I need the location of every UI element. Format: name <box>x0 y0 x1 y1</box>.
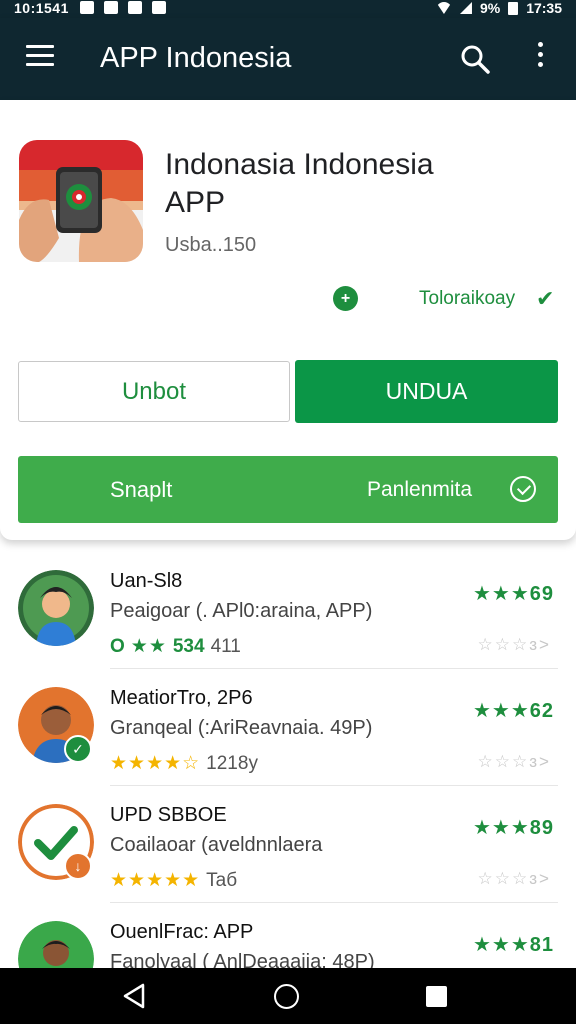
item-subtitle: Granqeal (:AriReavnaia. 49P) <box>110 717 373 739</box>
list-item[interactable]: Uan-Sl8 Peaigoar (. APl0:araina, APP) O … <box>0 552 576 669</box>
notification-icon <box>128 1 142 14</box>
meta-stars: ★★ <box>130 636 167 657</box>
meta-stars: ★★★★★ <box>110 870 201 891</box>
item-rating: ★★★62 <box>472 700 554 722</box>
app-bar: APP Indonesia <box>0 18 576 100</box>
wide-button-right-label: Panlenmita <box>367 478 473 501</box>
item-rating-secondary: ☆☆☆ɜ> <box>477 635 551 654</box>
item-rating: ★★★89 <box>472 817 554 839</box>
notification-icon <box>80 1 94 14</box>
item-meta: O ★★ 534 411 <box>110 635 241 658</box>
item-rating-secondary: ☆☆☆ɜ> <box>477 752 551 771</box>
wide-button-left-label: Snaplt <box>110 477 173 502</box>
verified-badge-icon: + <box>333 286 358 311</box>
card-more-icon[interactable] <box>535 152 555 182</box>
meta-extra: 1218y <box>206 752 258 774</box>
wide-action-button[interactable]: Snaplt Panlenmita <box>18 456 558 523</box>
item-rating: ★★★69 <box>472 583 554 605</box>
recents-icon[interactable] <box>426 986 447 1007</box>
app-bar-title: APP Indonesia <box>100 42 292 74</box>
circle-outline-icon: O <box>110 635 125 657</box>
item-subtitle: Fanolyaal ( AnlDeaaaiia: 48P) <box>110 951 375 968</box>
signal-icon <box>459 2 472 14</box>
uninstall-button[interactable]: Unbot <box>18 361 290 422</box>
check-circle-icon <box>510 476 536 502</box>
item-meta: ★★★★☆ 1218y <box>110 752 258 775</box>
item-rating-secondary: ☆☆☆ɜ> <box>477 869 551 888</box>
avatar <box>18 921 94 968</box>
list-item[interactable]: ↓ UPD SBBOE Coailaoar (aveldnnlaera ★★★★… <box>0 786 576 903</box>
battery-icon <box>508 1 519 15</box>
item-subtitle: Coailaoar (aveldnnlaera <box>110 834 323 856</box>
status-bar: 10:1541 9% 17:35 <box>0 0 576 18</box>
menu-icon[interactable] <box>26 45 54 69</box>
item-title: Uan-Sl8 <box>110 570 183 592</box>
app-icon[interactable] <box>19 140 143 262</box>
verified-label: Toloraikoay <box>419 288 516 309</box>
download-badge-icon: ↓ <box>64 852 92 880</box>
app-list: Uan-Sl8 Peaigoar (. APl0:araina, APP) O … <box>0 552 576 968</box>
meta-stars: ★★★★☆ <box>110 753 201 774</box>
item-rating: ★★★81 <box>472 934 554 956</box>
list-item[interactable]: OuenlFrac: APP Fanolyaal ( AnlDeaaaiia: … <box>0 903 576 968</box>
check-icon: ✔ <box>536 286 555 311</box>
navigation-bar <box>0 968 576 1024</box>
download-button[interactable]: UNDUA <box>295 360 558 423</box>
app-name: Indonasia Indonesia APP <box>165 148 434 219</box>
status-clock: 17:35 <box>526 0 562 16</box>
item-title: MeatiorTro, 2P6 <box>110 687 253 709</box>
meta-count: 534 <box>172 635 205 657</box>
screen: 10:1541 9% 17:35 APP Indonesia Indonasia… <box>0 0 576 1024</box>
meta-extra: Taб <box>206 869 238 891</box>
search-icon[interactable] <box>460 44 490 74</box>
avatar <box>18 570 94 646</box>
more-vert-icon[interactable] <box>530 42 550 74</box>
item-subtitle: Peaigoar (. APl0:araina, APP) <box>110 600 373 622</box>
back-icon[interactable] <box>122 983 146 1009</box>
battery-percent: 9% <box>479 0 501 16</box>
item-title: UPD SBBOE <box>110 804 227 826</box>
notification-icon <box>152 1 166 14</box>
meta-extra: 411 <box>210 635 241 657</box>
notification-icons <box>80 1 166 14</box>
status-indicators: 9% 17:35 <box>435 0 562 16</box>
home-icon[interactable] <box>274 984 299 1009</box>
status-time: 10:1541 <box>14 0 69 16</box>
notification-icon <box>104 1 118 14</box>
app-developer: Usba..150 <box>165 234 257 256</box>
item-title: OuenlFrac: APP <box>110 921 254 943</box>
check-badge-icon: ✓ <box>64 735 92 763</box>
app-card: Indonasia Indonesia APP Usba..150 + Tolo… <box>0 100 576 540</box>
list-item[interactable]: ✓ MeatiorTro, 2P6 Granqeal (:AriReavnaia… <box>0 669 576 786</box>
item-meta: ★★★★★ Taб <box>110 869 237 892</box>
wifi-icon <box>435 2 452 14</box>
